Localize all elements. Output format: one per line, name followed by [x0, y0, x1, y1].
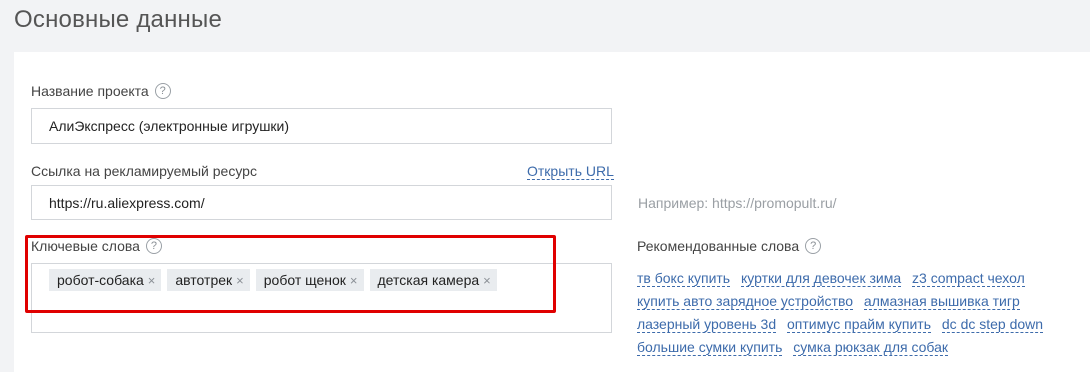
keywords-label: Ключевые слова	[31, 238, 140, 254]
project-name-label-row: Название проекта ?	[31, 83, 171, 99]
keywords-input[interactable]: робот-собака × автотрек × робот щенок × детска…	[31, 263, 612, 333]
page-title: Основные данные	[14, 6, 222, 33]
resource-link-label: Ссылка на рекламируемый ресурс	[31, 163, 257, 179]
recommended-word-link[interactable]: тв бокс купить	[637, 270, 731, 287]
resource-link-input[interactable]: https://ru.aliexpress.com/	[31, 185, 612, 220]
project-name-help-icon[interactable]: ?	[154, 83, 171, 99]
remove-tag-icon[interactable]: ×	[350, 274, 358, 287]
project-name-label: Название проекта	[31, 83, 149, 99]
keyword-tag: детская камера ×	[369, 269, 497, 291]
remove-tag-icon[interactable]: ×	[148, 274, 156, 287]
recommended-words-list: тв бокс купить куртки для девочек зима z…	[637, 267, 1077, 359]
recommended-word-link[interactable]: алмазная вышивка тигр	[863, 293, 1020, 310]
recommended-word-link[interactable]: лазерный уровень 3d	[637, 316, 777, 333]
recommended-help-icon[interactable]: ?	[805, 238, 822, 254]
keywords-help-icon[interactable]: ?	[145, 238, 162, 254]
remove-tag-icon[interactable]: ×	[483, 274, 491, 287]
open-url-link[interactable]: Открыть URL	[527, 163, 614, 180]
keyword-tag: робот-собака ×	[49, 269, 162, 291]
resource-link-example: Например: https://promopult.ru/	[638, 195, 837, 211]
remove-tag-icon[interactable]: ×	[236, 274, 244, 287]
resource-link-value: https://ru.aliexpress.com/	[49, 194, 205, 211]
recommended-word-link[interactable]: куртки для девочек зима	[741, 270, 902, 287]
recommended-word-link[interactable]: купить авто зарядное устройство	[637, 293, 854, 310]
keywords-label-row: Ключевые слова ?	[31, 238, 162, 254]
keyword-tag-label: робот-собака	[57, 272, 144, 288]
keyword-tag-label: автотрек	[175, 272, 233, 288]
recommended-word-link[interactable]: сумка рюкзак для собак	[793, 339, 949, 356]
recommended-word-link[interactable]: dc dc step down	[941, 316, 1044, 333]
recommended-word-link[interactable]: z3 compact чехол	[912, 270, 1025, 287]
recommended-label: Рекомендованные слова	[637, 238, 800, 254]
project-name-input[interactable]: АлиЭкспресс (электронные игрушки)	[31, 108, 612, 144]
keyword-tag: автотрек ×	[167, 269, 250, 291]
keyword-tag-label: детская камера	[377, 272, 480, 288]
recommended-label-row: Рекомендованные слова ?	[637, 238, 822, 254]
project-name-value: АлиЭкспресс (электронные игрушки)	[49, 118, 290, 134]
keyword-tag: робот щенок ×	[255, 269, 364, 291]
keyword-tag-label: робот щенок	[263, 272, 346, 288]
recommended-word-link[interactable]: оптимус прайм купить	[787, 316, 931, 333]
recommended-word-link[interactable]: большие сумки купить	[637, 339, 783, 356]
resource-link-label-row: Ссылка на рекламируемый ресурс	[31, 163, 257, 179]
